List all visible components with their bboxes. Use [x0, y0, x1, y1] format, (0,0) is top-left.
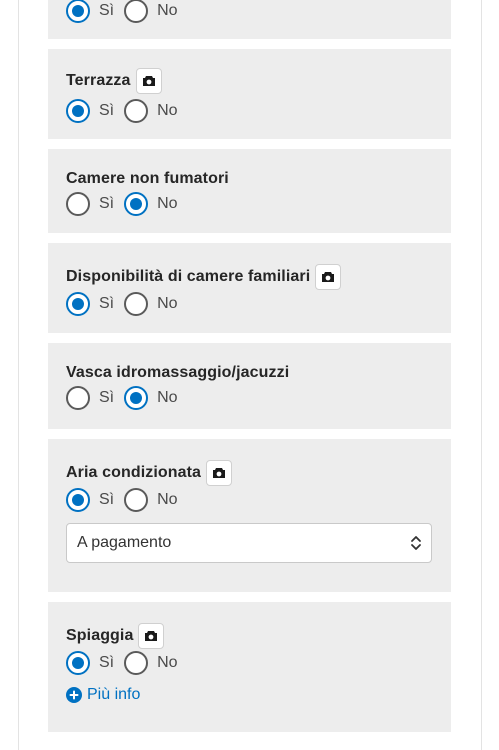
yes-no-group: Sì No [66, 292, 188, 316]
radio-no-label: No [157, 195, 178, 212]
radio-yes-label: Sì [99, 195, 115, 212]
radio-yes-label: Sì [99, 295, 115, 312]
radio-yes[interactable] [66, 0, 90, 23]
yes-no-group: Sì No [66, 192, 188, 216]
facility-card-jacuzzi: Vasca idromassaggio/jacuzzi Sì No [48, 343, 451, 429]
more-info-link[interactable]: Più info [66, 686, 140, 704]
radio-yes[interactable] [66, 99, 90, 123]
radio-no[interactable] [124, 386, 149, 410]
radio-yes-label: Sì [99, 389, 115, 406]
radio-yes[interactable] [66, 488, 90, 512]
yes-no-group: Sì No [66, 0, 188, 23]
facility-title: Camere non fumatori [66, 170, 229, 187]
radio-yes-label: Sì [99, 491, 115, 508]
more-info-label: Più info [87, 686, 141, 703]
yes-no-group: Sì No [66, 99, 188, 123]
radio-yes-label: Sì [99, 102, 115, 119]
radio-no-label: No [157, 491, 178, 508]
radio-no-label: No [157, 102, 178, 119]
facility-title: Spiaggia [66, 627, 134, 644]
facility-card-family-rooms: Disponibilità di camere familiari Sì No [48, 243, 451, 333]
radio-no-label: No [157, 2, 178, 19]
radio-yes[interactable] [66, 386, 90, 410]
facility-card-air-conditioning: Aria condizionata Sì No A pagamento [48, 439, 451, 592]
radio-no[interactable] [124, 488, 149, 512]
yes-no-group: Sì No [66, 386, 188, 410]
radio-no[interactable] [124, 0, 149, 23]
plus-circle-icon [66, 687, 82, 703]
yes-no-group: Sì No [66, 651, 188, 675]
facility-title: Disponibilità di camere familiari [66, 268, 311, 285]
radio-no-label: No [157, 654, 178, 671]
radio-yes-label: Sì [99, 2, 115, 19]
pricing-select[interactable]: A pagamento [66, 523, 432, 563]
radio-yes[interactable] [66, 192, 90, 216]
radio-no[interactable] [124, 192, 149, 216]
camera-icon[interactable] [138, 623, 165, 649]
pricing-select-value: A pagamento [77, 534, 172, 551]
radio-no[interactable] [124, 99, 149, 123]
yes-no-group: Sì No [66, 488, 188, 512]
radio-no[interactable] [124, 651, 149, 675]
facility-card-0: Sì No [48, 0, 451, 39]
camera-icon[interactable] [315, 264, 342, 290]
facility-title: Vasca idromassaggio/jacuzzi [66, 364, 290, 381]
facility-card-terrazza: Terrazza Sì No [48, 49, 451, 139]
radio-no-label: No [157, 295, 178, 312]
facility-title: Aria condizionata [66, 464, 202, 481]
facility-card-non-smoking: Camere non fumatori Sì No [48, 149, 451, 233]
radio-yes[interactable] [66, 292, 90, 316]
facility-card-beach: Spiaggia Sì No Più info [48, 602, 451, 732]
radio-yes-label: Sì [99, 654, 115, 671]
facility-title: Terrazza [66, 72, 131, 89]
radio-yes[interactable] [66, 651, 90, 675]
chevron-up-down-icon [409, 535, 423, 556]
radio-no[interactable] [124, 292, 149, 316]
radio-no-label: No [157, 389, 178, 406]
camera-icon[interactable] [206, 460, 233, 486]
camera-icon[interactable] [135, 68, 162, 94]
